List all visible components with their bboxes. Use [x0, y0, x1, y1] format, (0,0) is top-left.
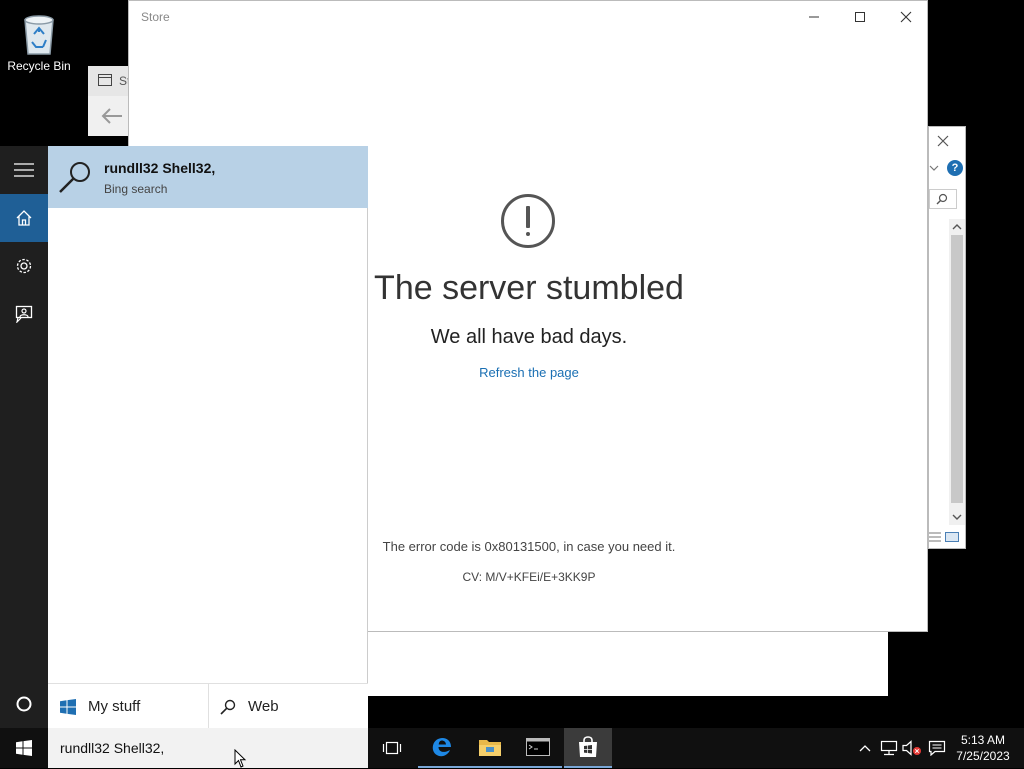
start-button[interactable]: [0, 728, 48, 768]
search-results-panel: rundll32 Shell32, Bing search My stuff W…: [48, 146, 368, 729]
search-filters: My stuff Web: [48, 683, 368, 729]
notification-icon: [928, 740, 946, 756]
background-explorer-window[interactable]: ?: [928, 126, 966, 549]
search-icon: [59, 162, 90, 193]
feedback-button[interactable]: [0, 290, 48, 338]
taskbar-command-prompt-button[interactable]: [514, 728, 562, 768]
close-icon: [900, 11, 912, 23]
taskbar-store-button[interactable]: [564, 728, 612, 768]
search-box-fragment[interactable]: [929, 189, 957, 209]
scroll-down-icon[interactable]: [952, 513, 962, 521]
network-tray-button[interactable]: [879, 738, 899, 758]
minimize-button[interactable]: [791, 1, 837, 33]
volume-muted-icon: [902, 740, 921, 756]
minimize-icon: [809, 16, 819, 18]
filter-divider: [208, 684, 209, 729]
home-button[interactable]: [0, 194, 48, 242]
search-icon: [220, 699, 236, 715]
store-bag-icon: [579, 736, 597, 757]
filter-web[interactable]: Web: [220, 684, 368, 729]
edge-icon: [432, 738, 451, 757]
feedback-icon: [15, 305, 33, 323]
large-icons-view-icon[interactable]: [945, 532, 959, 542]
search-result-subtitle: Bing search: [104, 182, 168, 196]
recycle-bin-label: Recycle Bin: [7, 59, 71, 73]
chevron-down-icon[interactable]: [929, 164, 939, 172]
maximize-icon: [855, 12, 865, 22]
taskbar-edge-button[interactable]: [418, 728, 466, 768]
cortana-button[interactable]: [0, 680, 48, 728]
chevron-up-icon: [859, 745, 871, 752]
settings-button[interactable]: [0, 242, 48, 290]
gear-icon: [16, 258, 32, 274]
task-view-button[interactable]: [368, 728, 416, 768]
folder-icon: [479, 740, 501, 756]
exclamation-icon: [501, 194, 555, 248]
vertical-scrollbar[interactable]: [949, 219, 965, 525]
taskbar-file-explorer-button[interactable]: [466, 728, 514, 768]
show-hidden-icons-button[interactable]: [855, 738, 875, 758]
window-tab-icon: [98, 74, 112, 86]
search-result-bing[interactable]: rundll32 Shell32, Bing search: [48, 146, 368, 208]
scroll-up-icon[interactable]: [952, 223, 962, 231]
recycle-bin-desktop-icon[interactable]: Recycle Bin: [4, 8, 74, 78]
details-view-icon[interactable]: [929, 532, 941, 542]
windows-logo-icon: [16, 740, 32, 756]
volume-tray-button[interactable]: [902, 738, 922, 758]
hamburger-icon: [14, 163, 34, 177]
back-arrow-icon[interactable]: [100, 106, 124, 126]
taskbar: rundll32 Shell32, 5:13 AM 7/25/2023: [0, 728, 1024, 768]
background-window-bottom: [368, 632, 888, 696]
task-view-icon: [382, 741, 402, 755]
filter-my-stuff-label: My stuff: [88, 698, 141, 715]
home-icon: [16, 210, 32, 226]
recycle-bin-icon: [24, 15, 54, 55]
refresh-link-text[interactable]: Refresh the page: [479, 365, 579, 380]
search-icon: [936, 193, 948, 205]
start-menu-rail: [0, 146, 48, 728]
scrollbar-thumb[interactable]: [951, 235, 963, 503]
search-query-text: rundll32 Shell32,: [60, 740, 165, 756]
window-title: Store: [141, 10, 170, 24]
hamburger-menu-button[interactable]: [0, 146, 48, 194]
clock-time: 5:13 AM: [960, 733, 1006, 747]
taskbar-search-box[interactable]: rundll32 Shell32,: [48, 728, 368, 768]
filter-my-stuff[interactable]: My stuff: [60, 684, 208, 729]
help-icon[interactable]: ?: [947, 160, 963, 176]
filter-web-label: Web: [248, 698, 279, 715]
terminal-icon: [526, 738, 550, 756]
network-icon: [880, 740, 898, 756]
clock-date: 7/25/2023: [956, 749, 1010, 763]
mouse-cursor-icon: [234, 749, 247, 768]
search-result-title: rundll32 Shell32,: [104, 160, 216, 176]
cortana-circle-icon: [16, 696, 32, 712]
close-icon[interactable]: [937, 135, 949, 147]
maximize-button[interactable]: [837, 1, 883, 33]
action-center-button[interactable]: [927, 738, 947, 758]
taskbar-clock[interactable]: 5:13 AM 7/25/2023: [950, 732, 1016, 764]
windows-logo-icon: [60, 698, 76, 715]
close-button[interactable]: [883, 1, 929, 33]
